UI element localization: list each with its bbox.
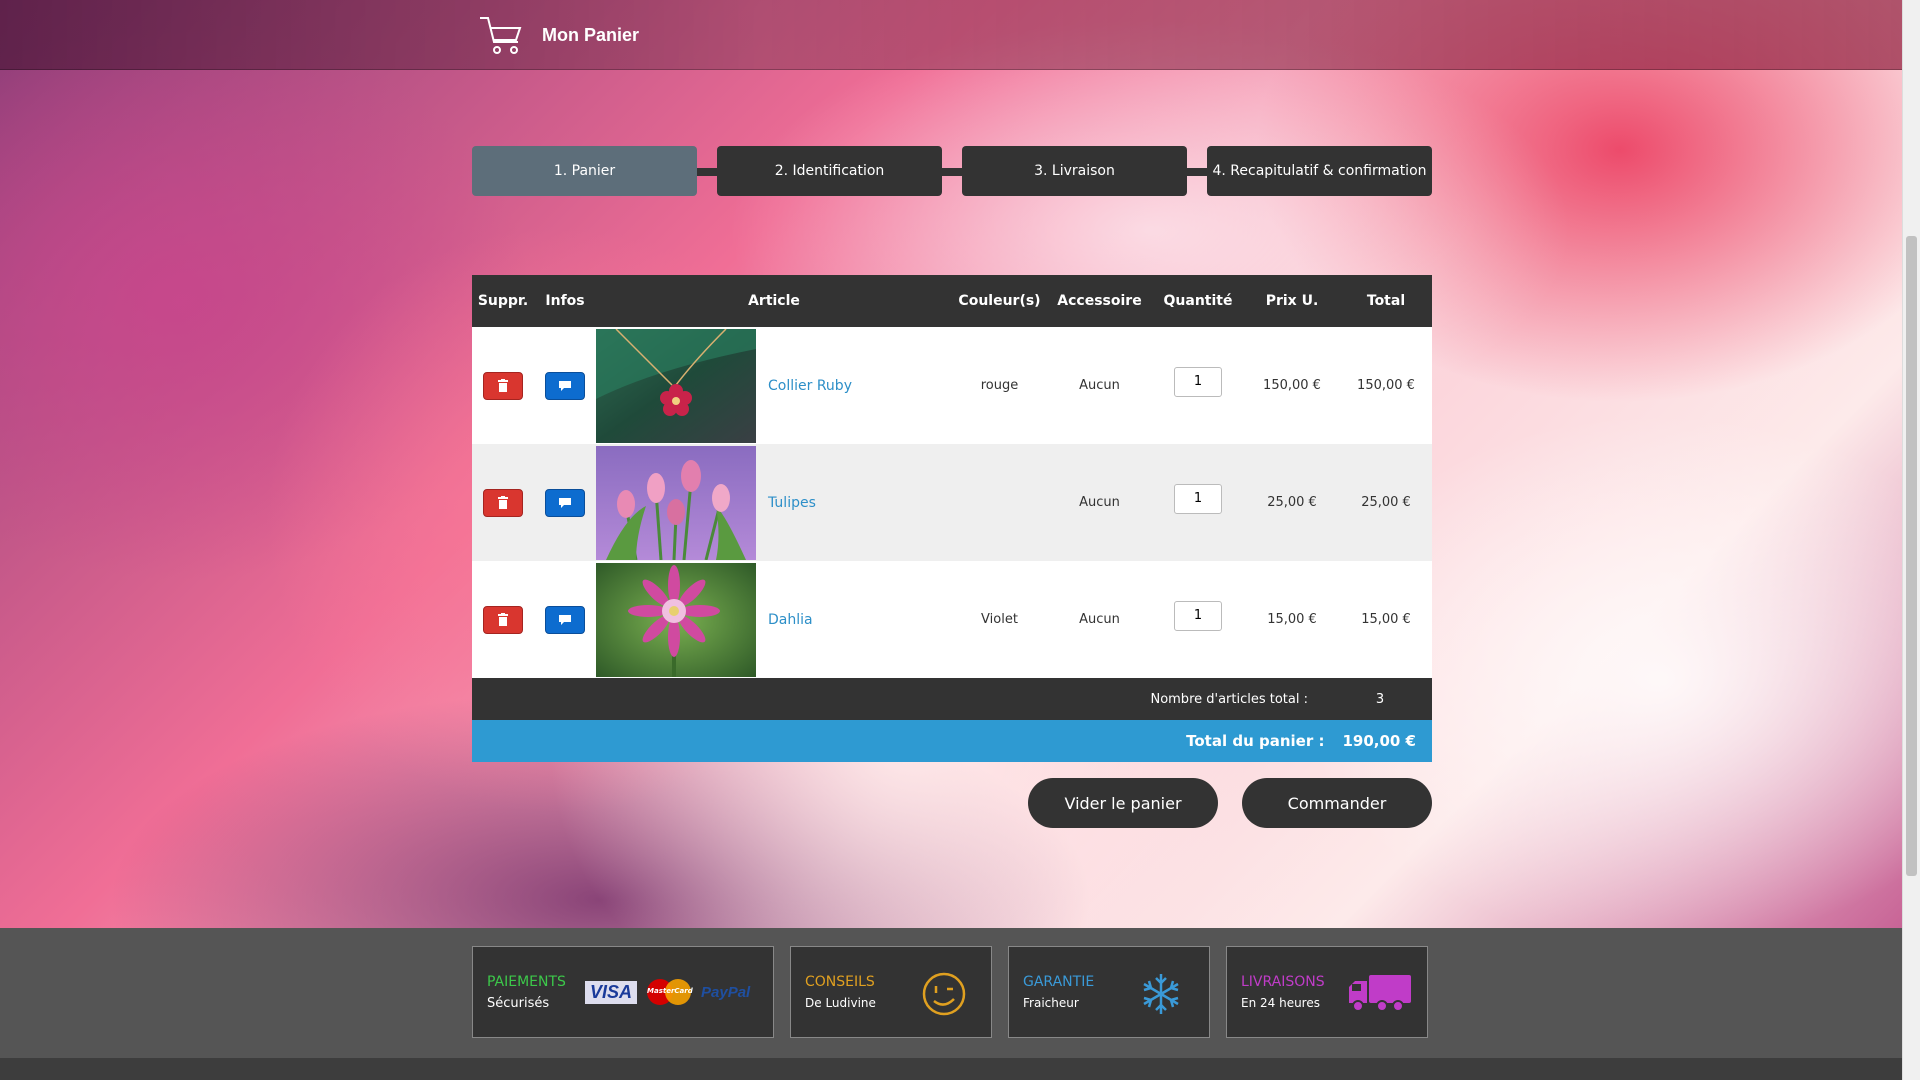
product-image-tulips[interactable]: [596, 446, 756, 560]
info-button[interactable]: [545, 605, 585, 634]
column-header-article: Article: [596, 275, 952, 327]
delivery-title: LIVRAISONS: [1241, 974, 1325, 990]
info-button[interactable]: [545, 488, 585, 517]
article-count-value: 3: [1375, 691, 1385, 707]
chat-icon: [559, 497, 571, 508]
guarantee-subtitle: Fraicheur: [1023, 996, 1079, 1010]
mastercard-logo: MasterCard: [647, 979, 693, 1005]
step-delivery[interactable]: 3. Livraison: [962, 146, 1187, 196]
wink-smiley-icon: [922, 972, 966, 1016]
unit-price-cell: 15,00 €: [1267, 612, 1317, 627]
table-header-row: Suppr. Infos Article Couleur(s) Accessoi…: [472, 275, 1432, 327]
cart-total-label: Total du panier :: [1186, 732, 1325, 750]
column-header-quantity: Quantité: [1152, 275, 1244, 327]
step-cart[interactable]: 1. Panier: [472, 146, 697, 196]
color-cell: [952, 444, 1047, 561]
column-header-unit-price: Prix U.: [1244, 275, 1340, 327]
total-cell: 150,00 €: [1357, 378, 1415, 393]
trash-icon: [498, 496, 508, 509]
color-cell: Violet: [981, 612, 1018, 627]
unit-price-cell: 150,00 €: [1263, 378, 1321, 393]
payments-title: PAIEMENTS: [487, 973, 566, 990]
vertical-scrollbar[interactable]: [1902, 0, 1920, 1080]
cart-table: Suppr. Infos Article Couleur(s) Accessoi…: [472, 275, 1432, 762]
step-summary[interactable]: 4. Recapitulatif & confirmation: [1207, 146, 1432, 196]
info-button[interactable]: [545, 371, 585, 400]
footer-advice-box[interactable]: CONSEILS De Ludivine: [790, 946, 992, 1038]
unit-price-cell: 25,00 €: [1267, 495, 1317, 510]
snowflake-icon: [1143, 974, 1179, 1014]
scrollbar-thumb[interactable]: [1906, 236, 1917, 876]
cart-actions: Vider le panier Commander: [0, 778, 1432, 828]
product-link[interactable]: Dahlia: [768, 612, 813, 628]
paypal-logo: PayPal: [701, 983, 751, 1001]
table-row: Dahlia Violet Aucun 15,00 € 15,00 €: [472, 561, 1432, 678]
article-count-row: Nombre d'articles total : 3: [472, 678, 1432, 720]
cart-total-row: Total du panier : 190,00 €: [472, 720, 1432, 762]
product-link[interactable]: Tulipes: [768, 495, 816, 511]
column-header-color: Couleur(s): [952, 275, 1047, 327]
accessory-cell: Aucun: [1079, 378, 1120, 393]
column-header-delete: Suppr.: [472, 275, 534, 327]
footer-guarantee-box[interactable]: GARANTIE Fraicheur: [1008, 946, 1210, 1038]
quantity-input[interactable]: [1174, 483, 1222, 514]
trash-icon: [498, 379, 508, 392]
top-bar: Mon Panier: [0, 0, 1902, 70]
delivery-subtitle: En 24 heures: [1241, 996, 1320, 1010]
product-image-dahlia[interactable]: [596, 563, 756, 677]
footer-bottom-strip: [0, 1058, 1902, 1080]
payments-subtitle: Sécurisés: [487, 995, 550, 1011]
quantity-input[interactable]: [1174, 600, 1222, 631]
color-cell: rouge: [980, 378, 1019, 393]
product-image-necklace[interactable]: [596, 329, 756, 443]
column-header-total: Total: [1340, 275, 1432, 327]
column-header-info: Infos: [534, 275, 596, 327]
visa-logo: VISA: [585, 980, 638, 1004]
step-identification[interactable]: 2. Identification: [717, 146, 942, 196]
table-row: Tulipes Aucun 25,00 € 25,00 €: [472, 444, 1432, 561]
footer-delivery-box[interactable]: LIVRAISONS En 24 heures: [1226, 946, 1428, 1038]
footer-payments-box[interactable]: PAIEMENTS Sécurisés VISA MasterCard PayP…: [472, 946, 774, 1038]
table-row: Collier Ruby rouge Aucun 150,00 € 150,00…: [472, 327, 1432, 444]
delete-button[interactable]: [483, 371, 523, 400]
delete-button[interactable]: [483, 488, 523, 517]
brand[interactable]: Mon Panier: [478, 14, 639, 56]
checkout-steps: 1. Panier 2. Identification 3. Livraison…: [472, 146, 1432, 196]
shopping-cart-icon: [480, 17, 522, 54]
article-count-label: Nombre d'articles total :: [1150, 691, 1308, 707]
quantity-input[interactable]: [1174, 366, 1222, 397]
total-cell: 25,00 €: [1361, 495, 1411, 510]
page-title: Mon Panier: [542, 24, 640, 45]
mastercard-logo-text: MasterCard: [647, 987, 693, 995]
chat-icon: [559, 380, 571, 391]
trash-icon: [498, 613, 508, 626]
accessory-cell: Aucun: [1079, 495, 1120, 510]
order-button[interactable]: Commander: [1242, 778, 1432, 828]
truck-icon: [1349, 975, 1411, 1012]
clear-cart-button[interactable]: Vider le panier: [1028, 778, 1218, 828]
chat-icon: [559, 614, 571, 625]
cart-total-value: 190,00 €: [1342, 732, 1416, 750]
accessory-cell: Aucun: [1079, 612, 1120, 627]
column-header-accessory: Accessoire: [1047, 275, 1152, 327]
total-cell: 15,00 €: [1361, 612, 1411, 627]
advice-title: CONSEILS: [805, 974, 875, 990]
advice-subtitle: De Ludivine: [805, 996, 876, 1010]
product-link[interactable]: Collier Ruby: [768, 378, 852, 394]
guarantee-title: GARANTIE: [1023, 974, 1095, 990]
delete-button[interactable]: [483, 605, 523, 634]
